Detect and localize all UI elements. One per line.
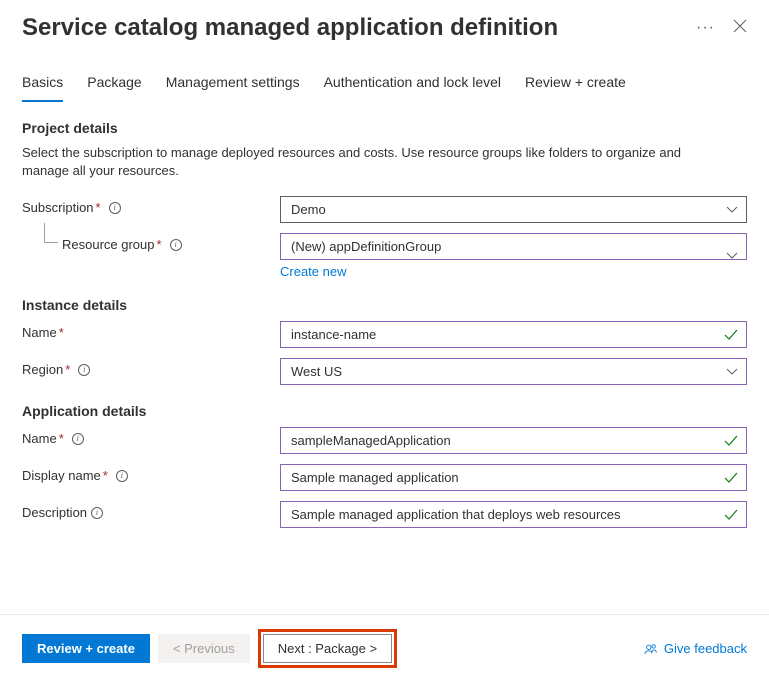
create-new-link[interactable]: Create new	[280, 264, 346, 279]
page-title: Service catalog managed application defi…	[22, 14, 558, 42]
give-feedback-link[interactable]: Give feedback	[644, 641, 747, 656]
info-icon[interactable]: i	[170, 239, 182, 251]
app-name-input[interactable]	[280, 427, 747, 454]
indent-line	[44, 223, 58, 243]
more-icon[interactable]: ···	[696, 19, 715, 37]
next-button-highlight: Next : Package >	[258, 629, 397, 668]
resource-group-select[interactable]: (New) appDefinitionGroup	[280, 233, 747, 260]
section-application-details: Application details	[22, 403, 747, 419]
tab-package[interactable]: Package	[87, 74, 141, 102]
instance-name-label: Name*	[22, 321, 280, 340]
info-icon[interactable]: i	[91, 507, 103, 519]
section-project-details: Project details	[22, 120, 747, 136]
close-icon[interactable]	[733, 19, 747, 38]
resource-group-label: Resource group* i	[62, 233, 280, 252]
region-select[interactable]: West US	[280, 358, 747, 385]
section-instance-details: Instance details	[22, 297, 747, 313]
tab-management-settings[interactable]: Management settings	[166, 74, 300, 102]
tab-basics[interactable]: Basics	[22, 74, 63, 102]
subscription-label: Subscription* i	[22, 196, 280, 215]
info-icon[interactable]: i	[109, 202, 121, 214]
info-icon[interactable]: i	[72, 433, 84, 445]
app-name-label: Name* i	[22, 427, 280, 446]
tab-bar: Basics Package Management settings Authe…	[0, 42, 769, 102]
description-label: Description i	[22, 501, 280, 520]
previous-button: < Previous	[158, 634, 250, 663]
footer-bar: Review + create < Previous Next : Packag…	[0, 614, 769, 682]
review-create-button[interactable]: Review + create	[22, 634, 150, 663]
feedback-icon	[644, 642, 658, 656]
display-name-label: Display name* i	[22, 464, 280, 483]
next-package-button[interactable]: Next : Package >	[263, 634, 392, 663]
info-icon[interactable]: i	[116, 470, 128, 482]
info-icon[interactable]: i	[78, 364, 90, 376]
tab-authentication[interactable]: Authentication and lock level	[324, 74, 501, 102]
instance-name-input[interactable]	[280, 321, 747, 348]
description-input[interactable]	[280, 501, 747, 528]
region-label: Region* i	[22, 358, 280, 377]
display-name-input[interactable]	[280, 464, 747, 491]
project-details-description: Select the subscription to manage deploy…	[22, 144, 722, 180]
tab-review-create[interactable]: Review + create	[525, 74, 626, 102]
feedback-label: Give feedback	[664, 641, 747, 656]
subscription-select[interactable]: Demo	[280, 196, 747, 223]
